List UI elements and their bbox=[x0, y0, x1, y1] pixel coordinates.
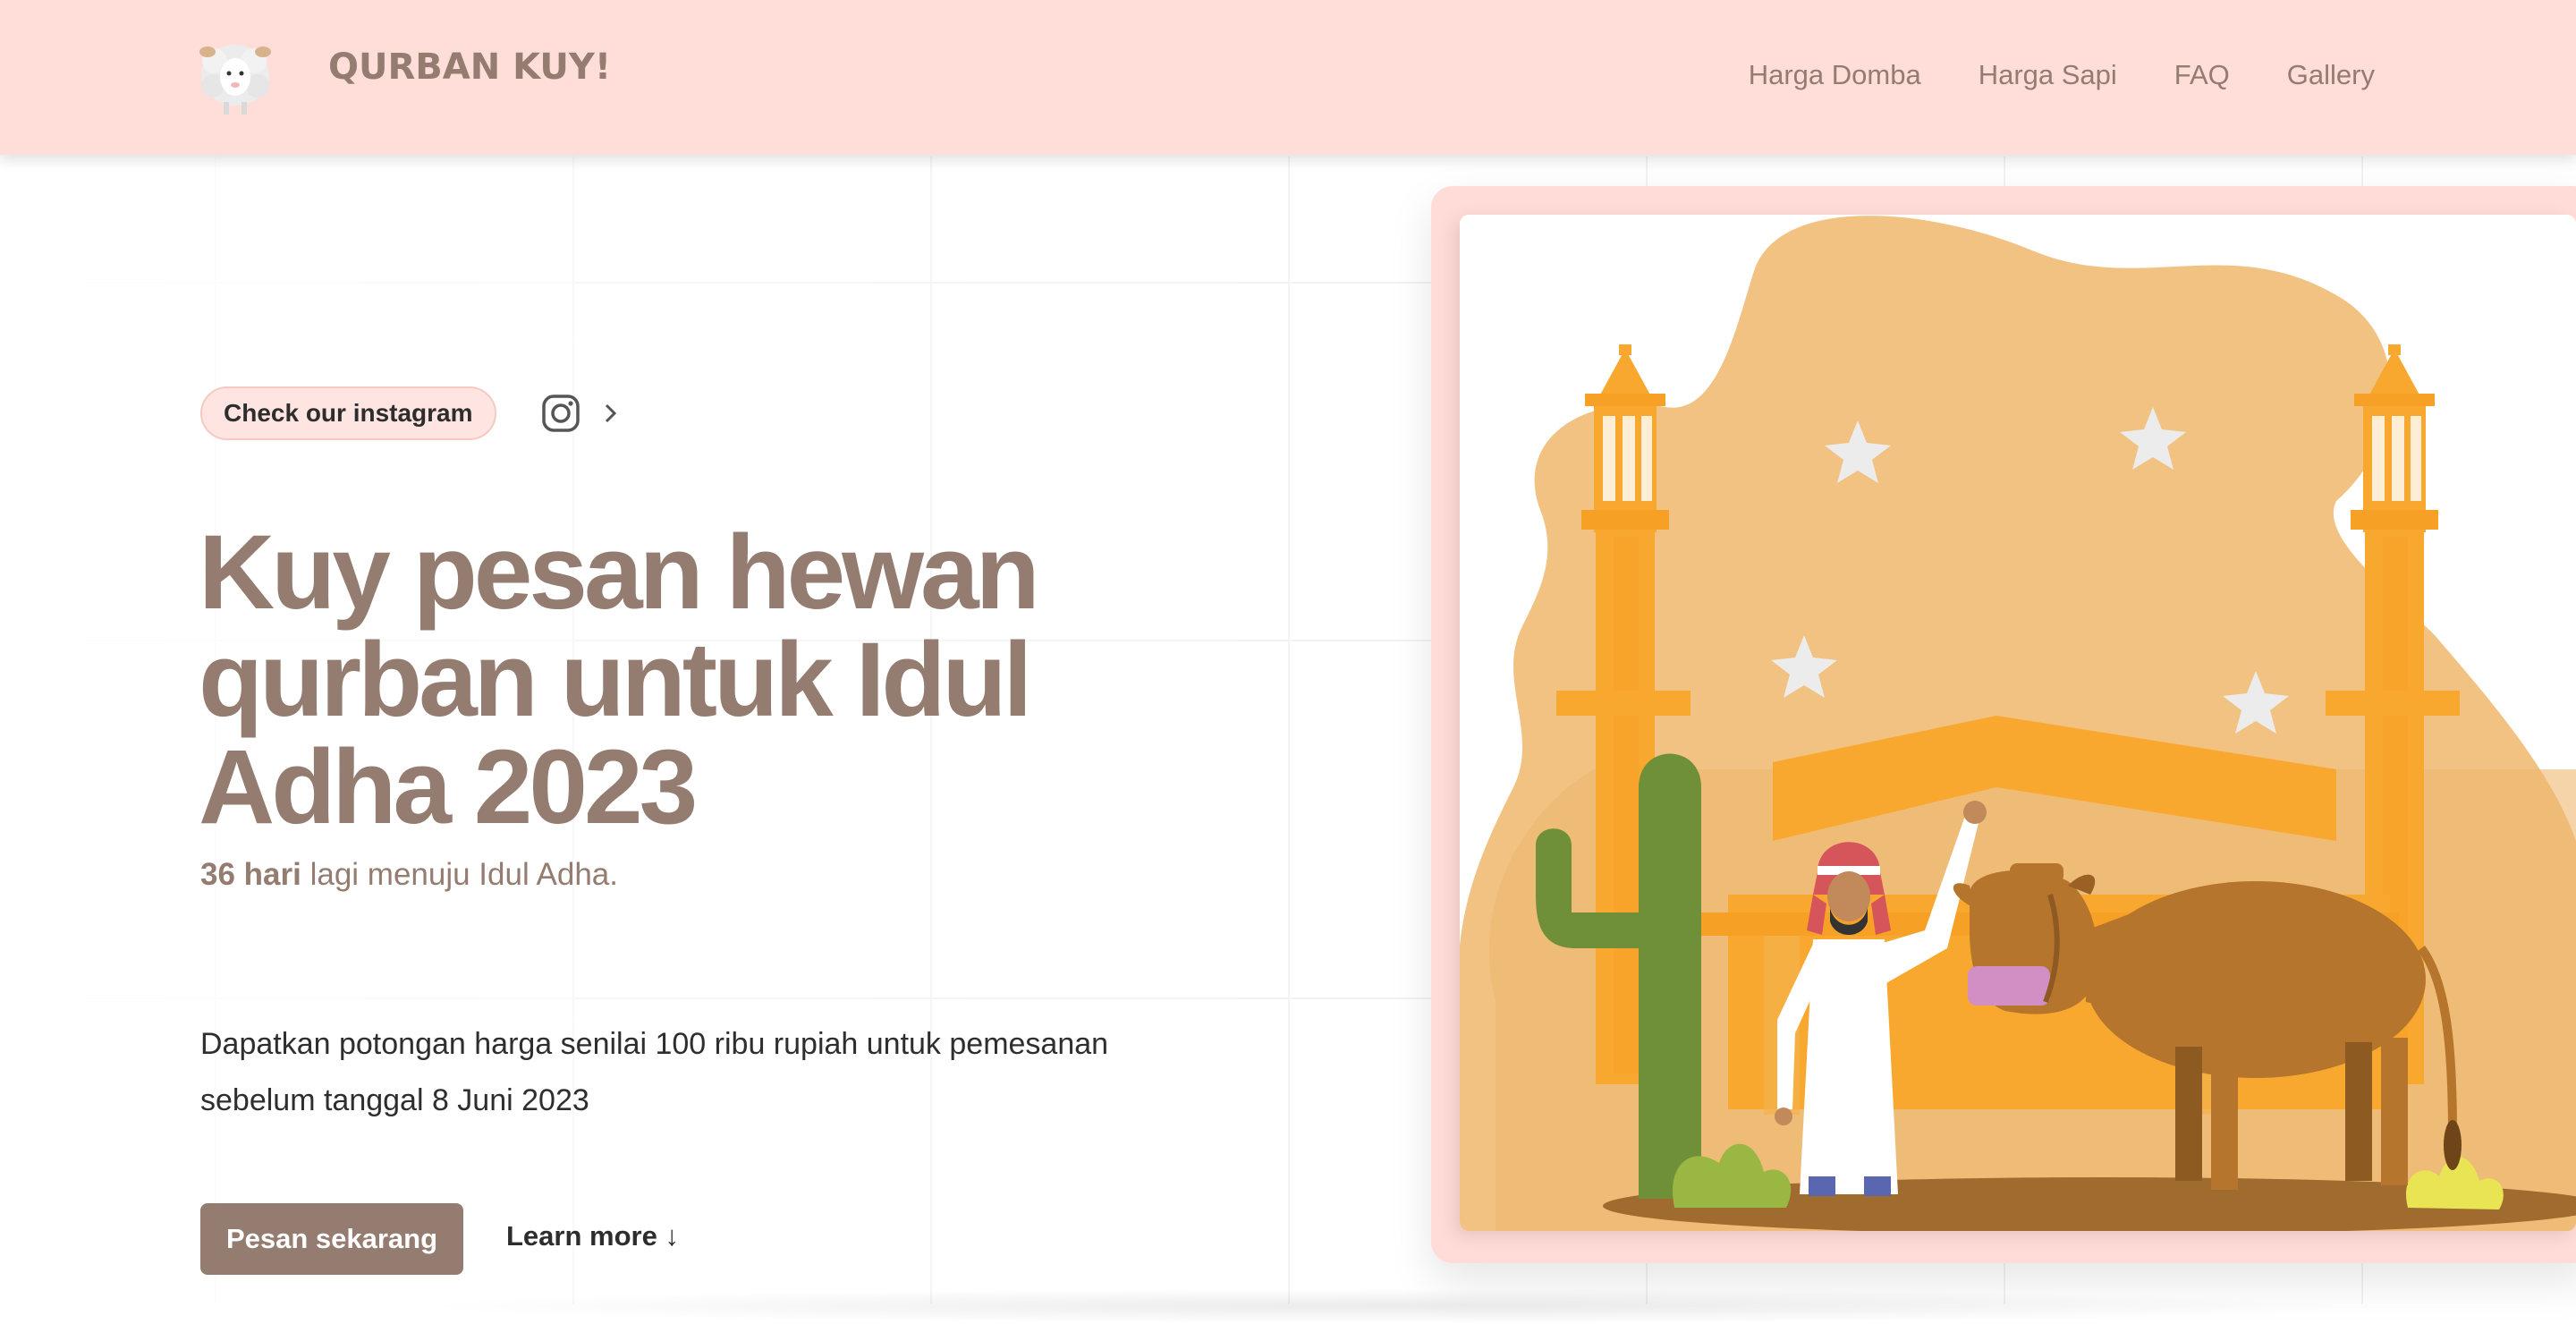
promo-description: Dapatkan potongan harga senilai 100 ribu… bbox=[200, 1027, 1109, 1117]
countdown-days: 36 hari bbox=[200, 857, 301, 892]
site-header: QURBAN KUY! Harga Domba Harga Sapi FAQ G… bbox=[0, 0, 2576, 155]
hero-headline: Kuy pesan hewan qurban untuk Idul Adha 2… bbox=[199, 513, 1040, 846]
mosque-cow-illustration bbox=[1460, 215, 2576, 1231]
brand-name[interactable]: QURBAN KUY! bbox=[328, 47, 611, 88]
nav-harga-domba[interactable]: Harga Domba bbox=[1749, 59, 1921, 91]
instagram-icon[interactable] bbox=[541, 394, 580, 433]
chevron-right-icon[interactable] bbox=[600, 400, 622, 427]
bottom-shadow bbox=[402, 1288, 2370, 1324]
countdown-suffix: lagi menuju Idul Adha. bbox=[301, 857, 618, 892]
countdown-text: 36 hari lagi menuju Idul Adha. bbox=[200, 857, 618, 893]
main-nav: Harga Domba Harga Sapi FAQ Gallery bbox=[1749, 59, 2375, 91]
instagram-badge[interactable]: Check our instagram bbox=[200, 386, 496, 440]
learn-more-link[interactable]: Learn more ↓ bbox=[506, 1220, 679, 1252]
nav-harga-sapi[interactable]: Harga Sapi bbox=[1979, 59, 2117, 91]
instagram-badge-row[interactable]: Check our instagram bbox=[200, 386, 622, 440]
nav-gallery[interactable]: Gallery bbox=[2287, 59, 2375, 91]
sheep-icon[interactable] bbox=[197, 36, 274, 116]
nav-faq[interactable]: FAQ bbox=[2174, 59, 2230, 91]
order-now-button[interactable]: Pesan sekarang bbox=[200, 1203, 463, 1275]
